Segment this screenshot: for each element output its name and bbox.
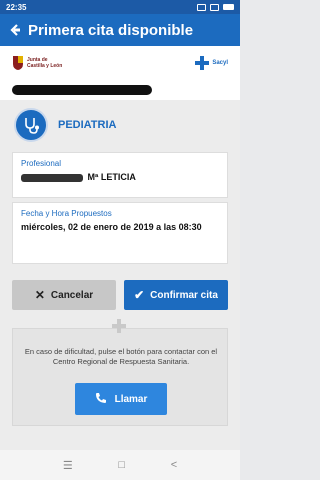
professional-value-row: Mª LETICIA	[21, 172, 219, 182]
help-text: En caso de dificultad, pulse el botón pa…	[24, 347, 218, 366]
page-title: Primera cita disponible	[28, 21, 194, 39]
sacyl-cross-icon	[195, 56, 210, 70]
close-icon: ✕	[34, 288, 45, 302]
phone-icon	[95, 392, 107, 407]
professional-card: Profesional Mª LETICIA	[12, 152, 228, 198]
wifi-icon	[210, 3, 219, 11]
cancel-label: Cancelar	[50, 289, 94, 301]
logos-bar: Junta de Castilla y León Sacyl	[0, 46, 240, 80]
jcyl-shield-icon	[13, 56, 23, 70]
call-button[interactable]: Llamar	[75, 383, 167, 415]
jcyl-logo: Junta de Castilla y León	[12, 55, 62, 71]
user-strip	[0, 80, 240, 100]
sacyl-logo: Sacyl	[195, 56, 228, 70]
sacyl-text: Sacyl	[212, 60, 228, 66]
call-label: Llamar	[114, 393, 148, 405]
stethoscope-icon	[14, 108, 48, 142]
menu-nav-icon[interactable]: ☰	[63, 459, 73, 472]
datetime-label: Fecha y Hora Propuestos	[21, 209, 112, 218]
check-icon: ✔	[134, 288, 145, 302]
status-bar: 22:35	[0, 0, 240, 14]
confirm-appointment-button[interactable]: ✔ Confirmar cita	[124, 280, 228, 310]
professional-name: Mª LETICIA	[87, 172, 136, 182]
professional-label: Profesional	[21, 159, 62, 168]
battery-icon	[223, 4, 234, 10]
specialty-header: PEDIATRIA	[0, 106, 240, 144]
redacted-professional-surname	[21, 173, 83, 182]
datetime-value: miércoles, 02 de enero de 2019 a las 08:…	[21, 222, 202, 232]
system-navbar: ☰ □ <	[0, 450, 240, 480]
cancel-button[interactable]: ✕ Cancelar	[12, 280, 116, 310]
signal-icon	[197, 3, 206, 11]
status-time: 22:35	[6, 2, 27, 12]
home-nav-icon[interactable]: □	[118, 459, 125, 471]
confirm-label: Confirmar cita	[150, 289, 218, 301]
sacyl-divider-icon	[112, 319, 126, 333]
app-bar: Primera cita disponible	[0, 14, 240, 46]
datetime-card: Fecha y Hora Propuestos miércoles, 02 de…	[12, 202, 228, 264]
status-icons	[197, 3, 234, 11]
jcyl-text-2: Castilla y León	[27, 63, 63, 69]
redacted-user-name	[12, 85, 152, 95]
main-content: PEDIATRIA Profesional Mª LETICIA Fecha y…	[0, 100, 240, 450]
help-panel: En caso de dificultad, pulse el botón pa…	[12, 328, 228, 426]
specialty-name: PEDIATRIA	[58, 119, 117, 131]
back-nav-icon[interactable]: <	[171, 459, 177, 471]
back-arrow-icon[interactable]	[6, 21, 24, 39]
